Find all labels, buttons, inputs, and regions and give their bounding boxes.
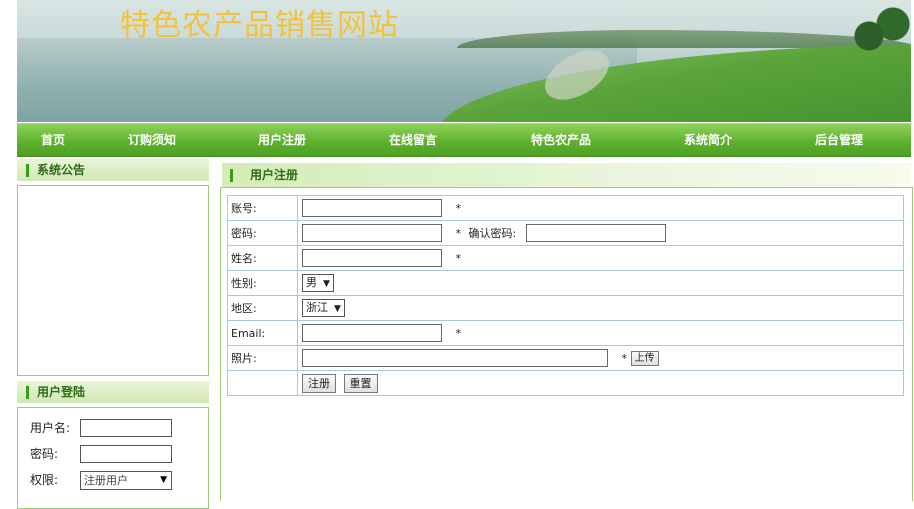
register-title: 用户注册: [250, 168, 299, 182]
login-box: 用户名: 密码: 权限: 注册用户 ▼: [17, 407, 209, 509]
role-select[interactable]: 注册用户 ▼: [80, 471, 172, 490]
required-mark: *: [455, 226, 462, 240]
required-mark: *: [455, 326, 462, 340]
login-title: 用户登陆: [37, 385, 86, 399]
email-cell: *: [297, 320, 904, 346]
nav-item-about[interactable]: 系统简介: [684, 124, 732, 156]
gender-select[interactable]: 男 ▼: [302, 274, 334, 292]
name-label: 姓名:: [227, 245, 298, 271]
register-header: 用户注册: [222, 163, 911, 187]
required-mark: *: [621, 351, 628, 365]
password-input[interactable]: [80, 445, 172, 463]
account-label: 账号:: [227, 195, 298, 221]
site-title: 特色农产品销售网站: [120, 8, 399, 43]
register-submit-button[interactable]: 注册: [302, 373, 336, 393]
main-nav: 首页 订购须知 用户注册 在线留言 特色农产品 系统简介 后台管理: [17, 123, 911, 157]
reset-button[interactable]: 重置: [343, 373, 378, 393]
role-label: 权限:: [30, 473, 59, 487]
upload-button[interactable]: 上传: [630, 350, 659, 366]
confirm-password-input[interactable]: [525, 224, 666, 242]
actions-label-cell: [227, 370, 298, 396]
name-input[interactable]: [302, 249, 442, 267]
gender-cell: 男 ▼: [297, 270, 904, 296]
region-label: 地区:: [227, 295, 298, 321]
announcement-header: 系统公告: [17, 159, 209, 181]
photo-path-input[interactable]: [302, 349, 608, 367]
form-row-account: 账号: *: [227, 195, 904, 221]
register-password-input[interactable]: [302, 224, 442, 242]
nav-item-register[interactable]: 用户注册: [258, 124, 306, 156]
name-cell: *: [297, 245, 904, 271]
header-marker: [26, 164, 29, 177]
region-select-value: 浙江: [306, 301, 328, 314]
role-select-value: 注册用户: [84, 474, 128, 487]
form-row-password: 密码: * 确认密码:: [227, 220, 904, 246]
photo-label: 照片:: [227, 345, 298, 371]
actions-cell: 注册 重置: [297, 370, 904, 396]
nav-item-home[interactable]: 首页: [41, 124, 65, 156]
region-select[interactable]: 浙江 ▼: [302, 299, 345, 317]
register-form: 账号: * 密码: * 确认密码: 姓名: * 性别: 男▼ 地区: 浙江▼: [227, 195, 904, 396]
gender-select-value: 男: [306, 276, 317, 289]
nav-item-order-info[interactable]: 订购须知: [128, 124, 176, 156]
required-mark: *: [455, 251, 462, 265]
nav-item-admin[interactable]: 后台管理: [815, 124, 863, 156]
nav-item-message[interactable]: 在线留言: [389, 124, 437, 156]
chevron-down-icon: ▼: [323, 279, 330, 289]
confirm-password-label: 确认密码:: [468, 227, 517, 240]
banner-trees: [851, 0, 911, 60]
announcement-title: 系统公告: [37, 163, 86, 177]
form-row-gender: 性别: 男 ▼: [227, 270, 904, 296]
account-cell: *: [297, 195, 904, 221]
form-row-region: 地区: 浙江 ▼: [227, 295, 904, 321]
photo-cell: * 上传: [297, 345, 904, 371]
required-mark: *: [455, 201, 462, 215]
password-label: 密码:: [227, 220, 298, 246]
login-header: 用户登陆: [17, 381, 209, 403]
form-row-actions: 注册 重置: [227, 370, 904, 396]
region-cell: 浙江 ▼: [297, 295, 904, 321]
email-input[interactable]: [302, 324, 442, 342]
gender-label: 性别:: [227, 270, 298, 296]
form-row-name: 姓名: *: [227, 245, 904, 271]
username-input[interactable]: [80, 419, 172, 437]
email-label: Email:: [227, 320, 298, 346]
chevron-down-icon: ▼: [160, 475, 167, 485]
username-label: 用户名:: [30, 421, 71, 435]
header-marker: [26, 386, 29, 399]
announcement-box: [17, 185, 209, 376]
password-cell: * 确认密码:: [297, 220, 904, 246]
password-label: 密码:: [30, 447, 59, 461]
nav-item-products[interactable]: 特色农产品: [531, 124, 591, 156]
form-row-photo: 照片: * 上传: [227, 345, 904, 371]
chevron-down-icon: ▼: [334, 304, 341, 314]
header-marker: [230, 169, 233, 182]
account-input[interactable]: [302, 199, 442, 217]
form-row-email: Email: *: [227, 320, 904, 346]
